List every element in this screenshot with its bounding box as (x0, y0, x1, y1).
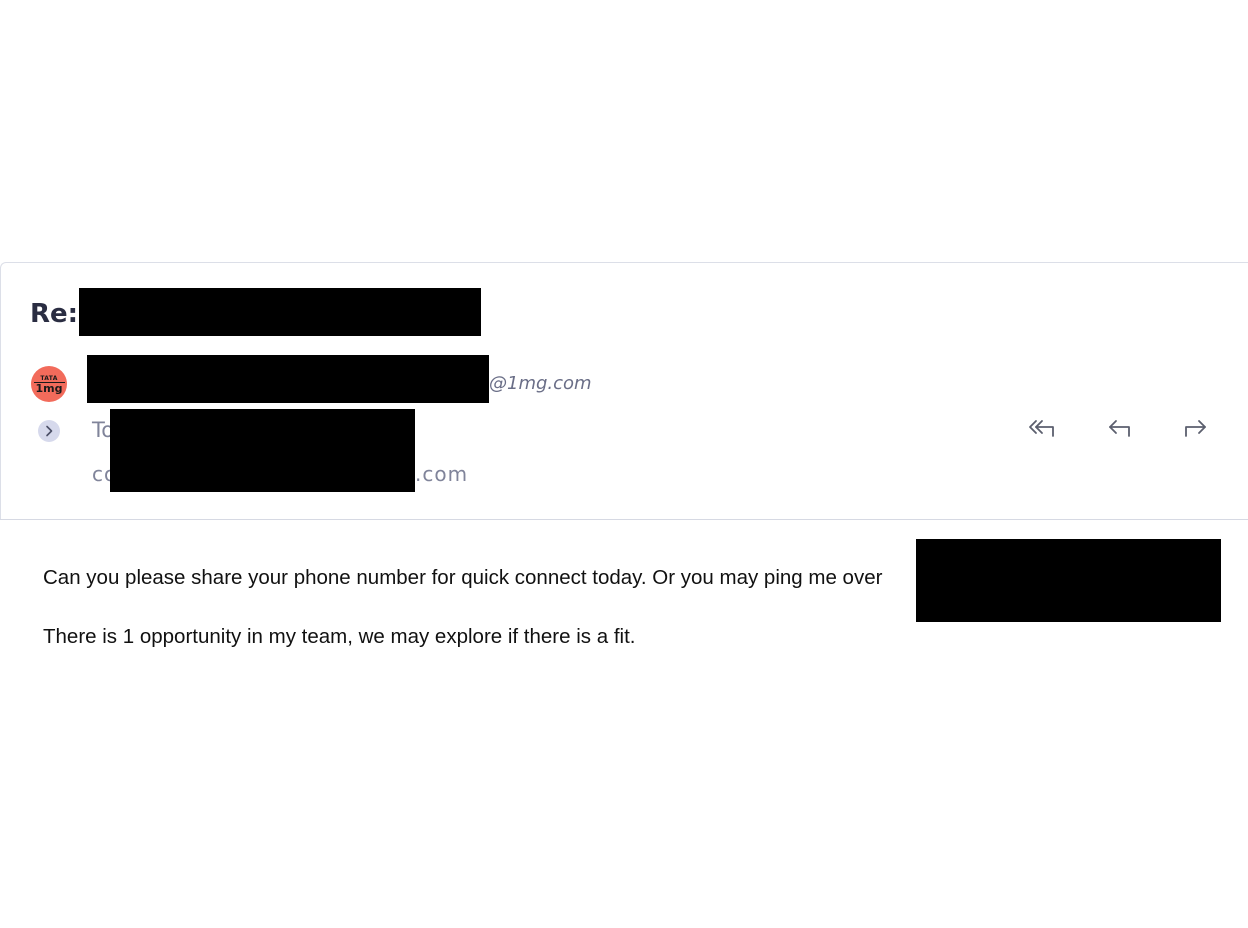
cc-address-suffix: .com (415, 462, 469, 486)
redacted-sender-name (87, 355, 489, 403)
reply-all-icon (1029, 420, 1054, 437)
forward-icon (1185, 420, 1206, 437)
expand-recipients-button[interactable] (38, 420, 60, 442)
reply-all-button[interactable] (1025, 412, 1061, 444)
redacted-contact (916, 539, 1221, 622)
email-subject: Re: (30, 296, 78, 332)
forward-button[interactable] (1177, 412, 1213, 444)
reply-icon (1109, 420, 1130, 437)
redacted-subject (79, 288, 481, 336)
chevron-right-icon (46, 425, 53, 437)
body-paragraph-1: Can you please share your phone number f… (43, 566, 883, 589)
body-paragraph-2: There is 1 opportunity in my team, we ma… (43, 625, 636, 648)
reply-button[interactable] (1102, 412, 1138, 444)
sender-avatar: TATA 1mg (31, 366, 67, 402)
avatar-brand-bottom: 1mg (33, 381, 65, 395)
header-divider (0, 519, 1248, 520)
sender-email-domain: @1mg.com (489, 373, 592, 394)
avatar-brand-top: TATA (40, 374, 58, 382)
subject-prefix: Re: (30, 299, 79, 329)
redacted-recipients (110, 409, 415, 492)
